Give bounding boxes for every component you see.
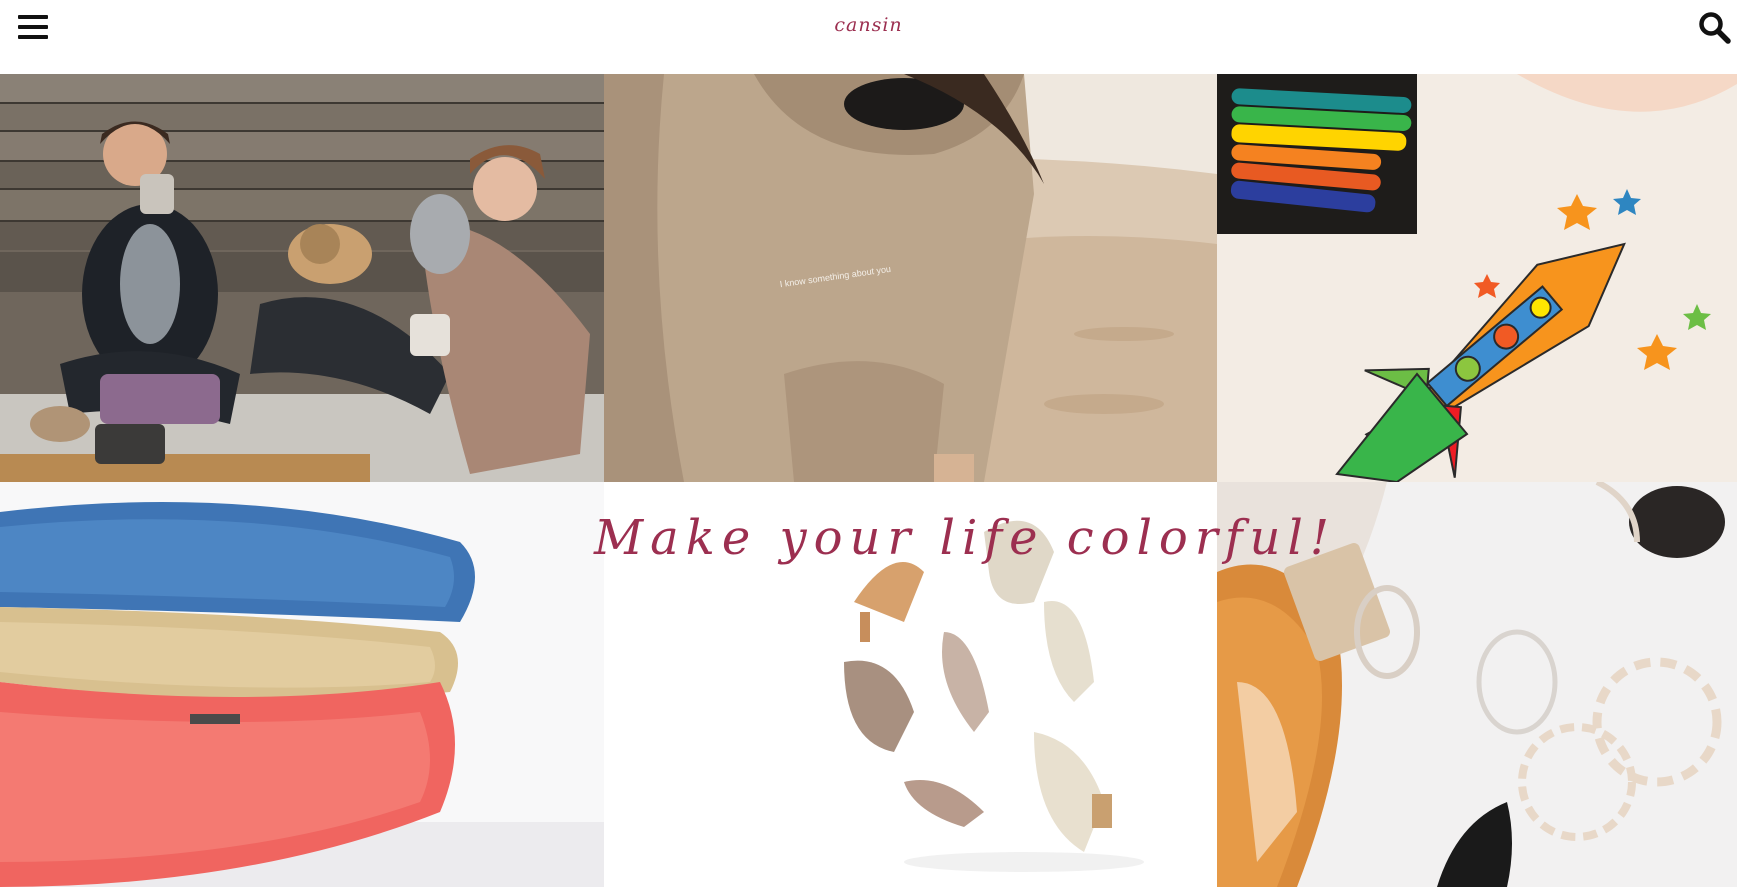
hero-tagline: Make your life colorful! — [594, 510, 1337, 566]
photo-rocket-tshirt[interactable] — [1217, 74, 1737, 482]
photo-couple-with-dog[interactable] — [0, 74, 604, 482]
site-header: cansin — [0, 0, 1737, 74]
photo-hoodie-desert[interactable]: I know something about you — [604, 74, 1217, 482]
photo-folded-jeans[interactable] — [0, 482, 604, 887]
search-icon[interactable] — [1698, 11, 1732, 45]
photo-grid: I know something about you Make your lif… — [0, 74, 1737, 887]
brand-logo[interactable]: cansin — [0, 14, 1737, 36]
